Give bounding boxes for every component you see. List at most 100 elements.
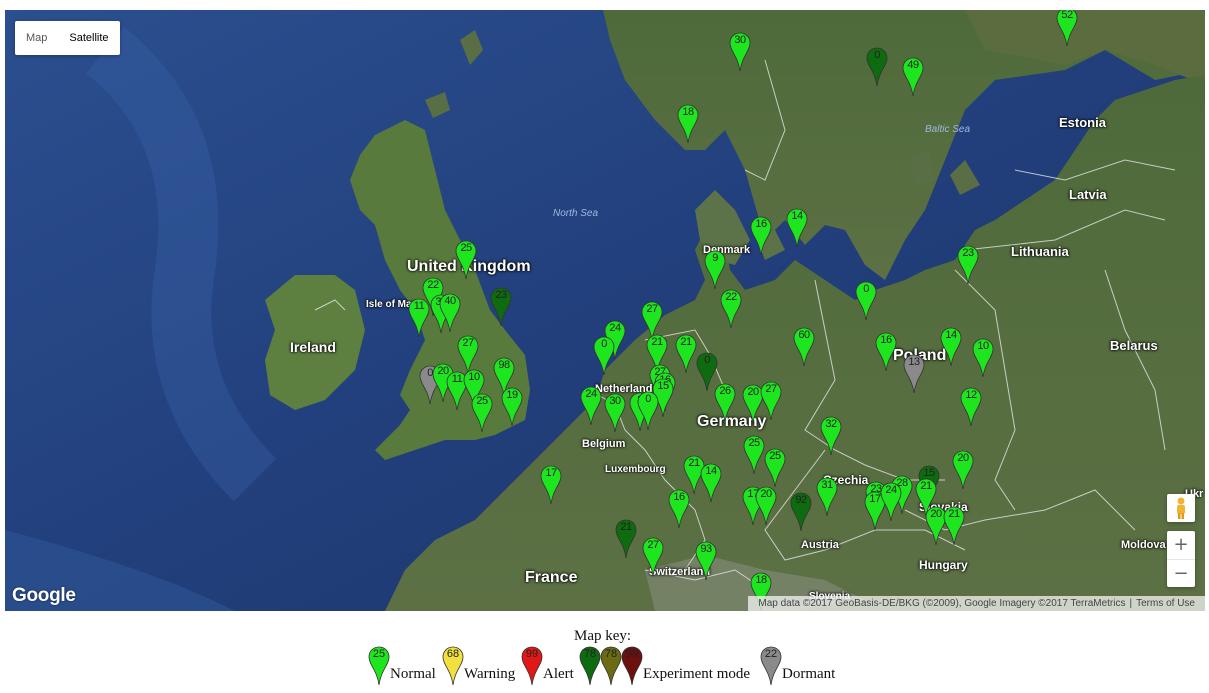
marker-value: 21 bbox=[620, 521, 632, 533]
legend-warning-marker: 68 bbox=[442, 646, 464, 686]
map-marker[interactable]: 25 bbox=[471, 393, 493, 433]
legend-experiment-red-marker: 99 bbox=[621, 646, 643, 686]
zoom-in-button[interactable]: + bbox=[1167, 531, 1195, 560]
map-marker[interactable]: 49 bbox=[902, 57, 924, 97]
map-type-satellite-button[interactable]: Satellite bbox=[58, 21, 119, 55]
legend-alert-marker: 99 bbox=[521, 646, 543, 686]
map-marker[interactable]: 31 bbox=[816, 477, 838, 517]
marker-value: 22 bbox=[725, 291, 737, 303]
map-marker[interactable]: 21 bbox=[615, 519, 637, 559]
map-marker[interactable]: 52 bbox=[1056, 10, 1078, 47]
map-marker[interactable]: 17 bbox=[540, 465, 562, 505]
map-marker[interactable]: 16 bbox=[875, 332, 897, 372]
map-marker[interactable]: 11 bbox=[408, 298, 430, 338]
map-attribution: Map data ©2017 GeoBasis-DE/BKG (©2009), … bbox=[748, 596, 1205, 611]
map-marker[interactable]: 21 bbox=[943, 506, 965, 546]
map-marker[interactable]: 30 bbox=[729, 32, 751, 72]
marker-value: 25 bbox=[460, 242, 472, 254]
label-estonia: Estonia bbox=[1059, 115, 1106, 130]
map-marker[interactable]: 19 bbox=[501, 387, 523, 427]
map-marker[interactable]: 18 bbox=[677, 104, 699, 144]
label-latvia: Latvia bbox=[1069, 187, 1107, 202]
zoom-control: + − bbox=[1167, 531, 1195, 587]
terms-of-use-link[interactable]: Terms of Use bbox=[1132, 598, 1199, 609]
marker-value: 19 bbox=[506, 389, 518, 401]
map-marker[interactable]: 23 bbox=[957, 245, 979, 285]
zoom-out-button[interactable]: − bbox=[1167, 560, 1195, 588]
marker-value: 24 bbox=[885, 484, 897, 496]
legend-alert-label: Alert bbox=[543, 666, 574, 682]
map-marker[interactable]: 23 bbox=[490, 287, 512, 327]
map-marker[interactable]: 0 bbox=[593, 336, 615, 376]
label-belarus: Belarus bbox=[1110, 338, 1158, 353]
label-hungary: Hungary bbox=[919, 558, 968, 572]
marker-value: 0 bbox=[704, 354, 710, 366]
map-marker[interactable]: 10 bbox=[972, 338, 994, 378]
label-ireland: Ireland bbox=[290, 339, 336, 355]
marker-value: 18 bbox=[755, 574, 767, 586]
map-marker[interactable]: 25 bbox=[764, 448, 786, 488]
map-marker[interactable]: 16 bbox=[750, 216, 772, 256]
map-marker[interactable]: 30 bbox=[604, 393, 626, 433]
map-marker[interactable]: 12 bbox=[960, 387, 982, 427]
marker-value: 22 bbox=[427, 279, 439, 291]
map-marker[interactable]: 27 bbox=[642, 537, 664, 577]
street-view-pegman[interactable] bbox=[1167, 494, 1195, 522]
legend-experiment-green-marker: 78 bbox=[579, 646, 601, 686]
map-marker[interactable]: 20 bbox=[952, 450, 974, 490]
map-marker[interactable]: 14 bbox=[940, 327, 962, 367]
map-marker[interactable]: 24 bbox=[880, 482, 902, 522]
marker-value: 32 bbox=[825, 418, 837, 430]
label-north-sea: North Sea bbox=[553, 208, 599, 219]
marker-value: 26 bbox=[719, 385, 731, 397]
map-marker[interactable]: 9 bbox=[704, 250, 726, 290]
map-type-control: Map Satellite bbox=[15, 21, 120, 55]
marker-value: 27 bbox=[647, 539, 659, 551]
map-marker[interactable]: 20 bbox=[755, 486, 777, 526]
map-marker[interactable]: 22 bbox=[720, 289, 742, 329]
map-marker[interactable]: 60 bbox=[793, 327, 815, 367]
marker-value: 20 bbox=[760, 488, 772, 500]
legend-dormant-marker: 22 bbox=[760, 646, 782, 686]
satellite-imagery bbox=[5, 10, 1205, 611]
map-marker[interactable]: 14 bbox=[786, 208, 808, 248]
map-key-title: Map key: bbox=[574, 628, 632, 644]
marker-value: 24 bbox=[609, 322, 621, 334]
map-marker[interactable]: 26 bbox=[714, 383, 736, 423]
marker-value: 0 bbox=[874, 49, 880, 61]
marker-value: 11 bbox=[413, 300, 425, 312]
marker-value: 24 bbox=[585, 388, 597, 400]
map-marker[interactable]: 40 bbox=[439, 293, 461, 333]
map-marker[interactable]: 25 bbox=[743, 435, 765, 475]
map-marker[interactable]: 0 bbox=[855, 281, 877, 321]
marker-value: 16 bbox=[673, 491, 685, 503]
legend-normal-label: Normal bbox=[390, 666, 436, 682]
map-marker[interactable]: 32 bbox=[820, 416, 842, 456]
marker-value: 0 bbox=[645, 393, 651, 405]
label-baltic-sea: Baltic Sea bbox=[925, 124, 971, 135]
map-marker[interactable]: 25 bbox=[455, 240, 477, 280]
map-type-map-button[interactable]: Map bbox=[15, 21, 58, 55]
marker-value: 10 bbox=[977, 340, 989, 352]
map-view[interactable]: Map Satellite United Kingdom Isle of Man… bbox=[5, 10, 1205, 611]
map-marker[interactable]: 14 bbox=[700, 463, 722, 503]
map-marker[interactable]: 92 bbox=[790, 492, 812, 532]
map-marker[interactable]: 21 bbox=[675, 334, 697, 374]
map-marker[interactable]: 27 bbox=[760, 381, 782, 421]
map-marker[interactable]: 0 bbox=[637, 391, 659, 431]
map-marker[interactable]: 24 bbox=[580, 386, 602, 426]
map-marker[interactable]: 0 bbox=[866, 47, 888, 87]
label-france: France bbox=[525, 569, 578, 586]
label-moldova: Moldova bbox=[1121, 539, 1166, 551]
map-marker[interactable]: 16 bbox=[668, 489, 690, 529]
google-logo: Google bbox=[12, 585, 76, 606]
marker-value: 23 bbox=[962, 247, 974, 259]
marker-value: 27 bbox=[462, 337, 474, 349]
map-marker[interactable]: 93 bbox=[695, 541, 717, 581]
marker-value: 25 bbox=[748, 437, 760, 449]
label-luxembourg: Luxembourg bbox=[605, 464, 666, 475]
map-marker[interactable]: 13 bbox=[903, 354, 925, 394]
marker-value: 0 bbox=[601, 338, 607, 350]
marker-value: 40 bbox=[444, 295, 456, 307]
marker-value: 93 bbox=[700, 543, 712, 555]
